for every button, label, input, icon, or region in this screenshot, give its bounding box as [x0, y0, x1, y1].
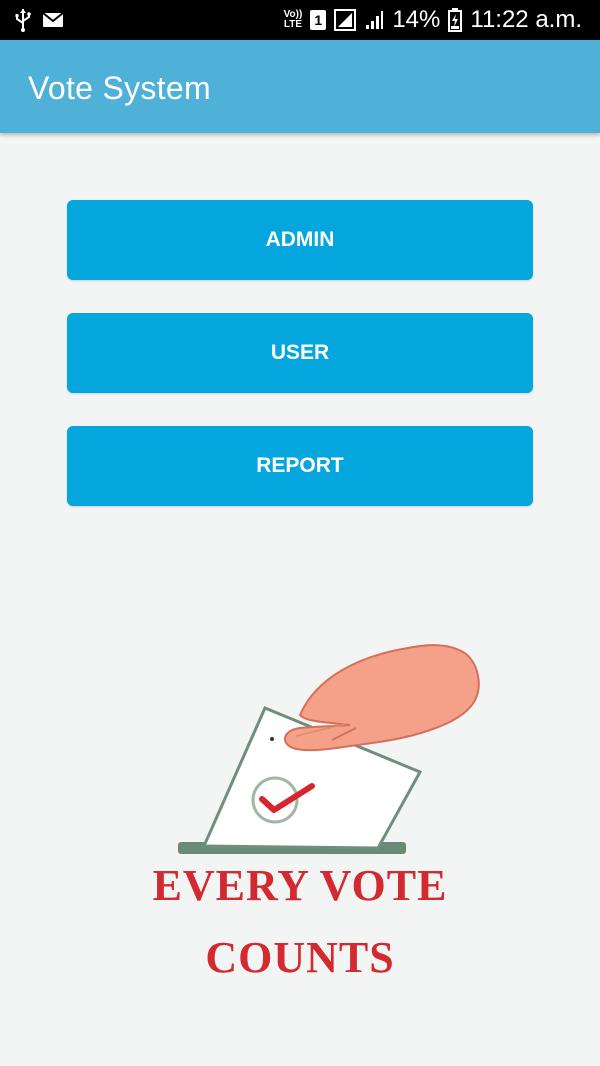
page-title: Vote System [28, 70, 211, 106]
mail-icon [42, 12, 64, 27]
admin-button[interactable]: ADMIN [67, 200, 533, 280]
clock: 11:22 a.m. [470, 6, 582, 33]
battery-icon [448, 8, 463, 32]
every-vote-counts-illustration: EVERY VOTE COUNTS [0, 560, 600, 1020]
no-sim-icon [334, 9, 357, 31]
battery-percent: 14% [392, 6, 441, 33]
sim-icon: 1 [310, 10, 327, 30]
status-right: Vo)) LTE 1 14% 11:22 a.m. [284, 8, 582, 32]
user-button[interactable]: USER [67, 313, 533, 393]
volte-icon: Vo)) LTE [284, 10, 303, 30]
usb-icon [15, 9, 31, 32]
slogan-line-1: EVERY VOTE [152, 861, 448, 910]
volte-bottom-label: LTE [283, 19, 303, 30]
status-left [14, 8, 64, 32]
slogan-line-2: COUNTS [205, 933, 395, 982]
status-bar: Vo)) LTE 1 14% 11:22 a.m. [0, 0, 600, 40]
app-bar: Vote System [0, 40, 600, 133]
report-button[interactable]: REPORT [67, 426, 533, 506]
sim-slot-label: 1 [314, 12, 323, 28]
ballot-box-icon [178, 644, 480, 854]
hand-icon [284, 644, 480, 752]
signal-icon [366, 11, 384, 29]
